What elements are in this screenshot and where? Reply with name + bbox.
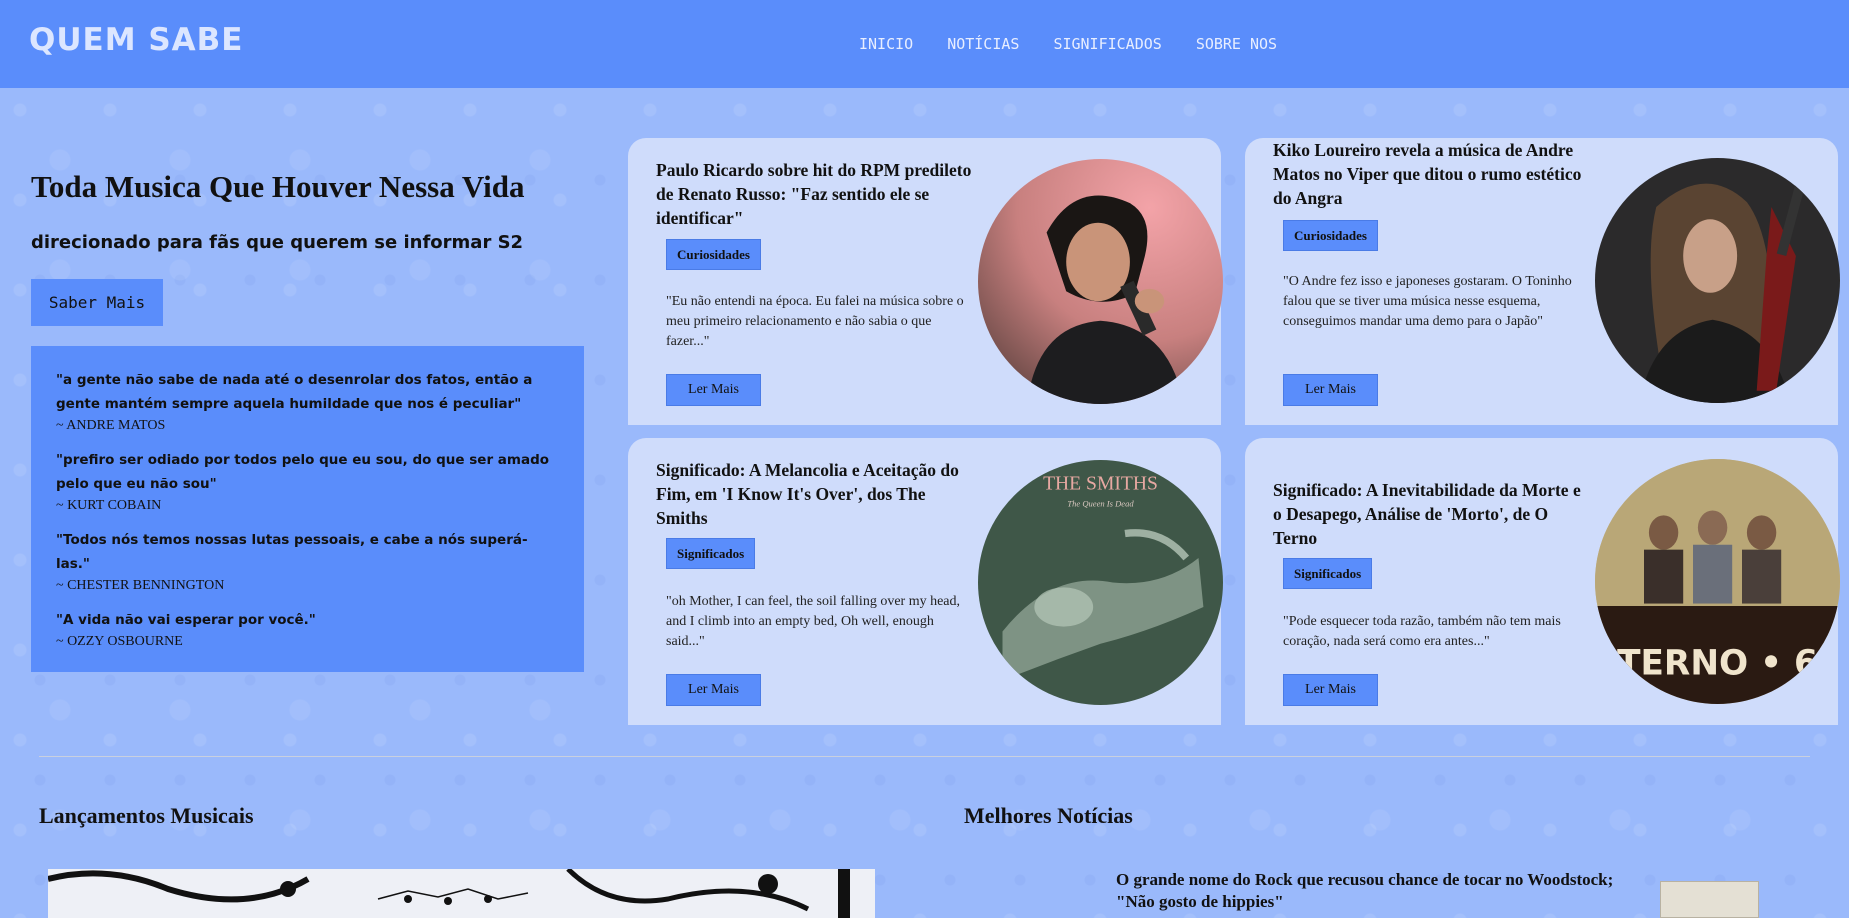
quote-text: "prefiro ser odiado por todos pelo que e… <box>56 452 550 492</box>
ler-mais-button[interactable]: Ler Mais <box>666 374 761 406</box>
ler-mais-button[interactable]: Ler Mais <box>666 674 761 706</box>
site-header: QUEM SABE INICIO NOTÍCIAS SIGNIFICADOS S… <box>0 0 1849 88</box>
card-excerpt: "O Andre fez isso e japoneses gostaram. … <box>1283 274 1572 329</box>
quote-text: "a gente não sabe de nada até o desenrol… <box>56 372 533 412</box>
ler-mais-button[interactable]: Ler Mais <box>1283 374 1378 406</box>
card-category-badge[interactable]: Significados <box>666 538 756 569</box>
card-title[interactable]: Significado: A Inevitabilidade da Morte … <box>1273 478 1593 550</box>
saber-mais-button[interactable]: Saber Mais <box>31 279 163 326</box>
quote-text: "Todos nós temos nossas lutas pessoais, … <box>56 532 528 572</box>
top-news-thumbnail[interactable] <box>1660 881 1759 918</box>
nav-item-sobre-nos[interactable]: SOBRE NOS <box>1196 35 1277 53</box>
nav-item-significados[interactable]: SIGNIFICADOS <box>1053 35 1161 53</box>
quotes-panel: "a gente não sabe de nada até o desenrol… <box>31 346 584 672</box>
band-logo-text: TERNO • 6 <box>1617 644 1818 684</box>
quote-item: "prefiro ser odiado por todos pelo que e… <box>56 448 559 516</box>
site-logo[interactable]: QUEM SABE <box>29 22 243 58</box>
news-card-the-smiths: Significado: A Melancolia e Aceitação do… <box>628 438 1223 725</box>
album-subtitle-text: The Queen Is Dead <box>1067 499 1134 509</box>
the-smiths-album-cover-image: THE SMITHS The Queen Is Dead <box>978 460 1223 705</box>
card-category-badge[interactable]: Curiosidades <box>666 239 761 270</box>
news-card-kiko-loureiro: Kiko Loureiro revela a música de Andre M… <box>1245 138 1840 425</box>
news-card-paulo-ricardo: Paulo Ricardo sobre hit do RPM predileto… <box>628 138 1223 425</box>
releases-section-title: Lançamentos Musicais <box>39 803 254 828</box>
main-nav: INICIO NOTÍCIAS SIGNIFICADOS SOBRE NOS <box>859 35 1277 53</box>
card-title[interactable]: Kiko Loureiro revela a música de Andre M… <box>1273 138 1593 210</box>
card-excerpt: "Eu não entendi na época. Eu falei na mú… <box>666 294 964 349</box>
news-card-o-terno: Significado: A Inevitabilidade da Morte … <box>1245 438 1840 725</box>
card-category-badge[interactable]: Curiosidades <box>1283 220 1378 251</box>
quote-item: "Todos nós temos nossas lutas pessoais, … <box>56 528 559 596</box>
card-category-badge[interactable]: Significados <box>1283 558 1373 589</box>
nav-item-inicio[interactable]: INICIO <box>859 35 913 53</box>
quote-author: ~ ANDRE MATOS <box>56 418 166 433</box>
quote-author: ~ CHESTER BENNINGTON <box>56 578 225 593</box>
nav-item-noticias[interactable]: NOTÍCIAS <box>947 35 1019 53</box>
card-excerpt: "oh Mother, I can feel, the soil falling… <box>666 594 961 649</box>
singer-portrait-image <box>978 159 1223 404</box>
guitarist-portrait-image <box>1595 158 1840 403</box>
o-terno-band-image: TERNO • 6 <box>1595 459 1840 704</box>
news-section-title: Melhores Notícias <box>964 803 1133 828</box>
card-excerpt: "Pode esquecer toda razão, também não te… <box>1283 614 1561 649</box>
quote-author: ~ OZZY OSBOURNE <box>56 634 183 649</box>
releases-banner-image[interactable] <box>48 869 875 918</box>
section-divider <box>39 756 1810 757</box>
quote-text: "A vida não vai esperar por você." <box>56 612 316 628</box>
ler-mais-button[interactable]: Ler Mais <box>1283 674 1378 706</box>
card-title[interactable]: Significado: A Melancolia e Aceitação do… <box>656 458 976 530</box>
quote-author: ~ KURT COBAIN <box>56 498 162 513</box>
quote-item: "a gente não sabe de nada até o desenrol… <box>56 368 559 436</box>
card-title[interactable]: Paulo Ricardo sobre hit do RPM predileto… <box>656 158 976 230</box>
album-title-text: THE SMITHS <box>1043 473 1158 494</box>
top-news-headline[interactable]: O grande nome do Rock que recusou chance… <box>1116 869 1656 913</box>
hero-subtitle: direcionado para fãs que querem se infor… <box>31 232 524 253</box>
hero-title: Toda Musica Que Houver Nessa Vida <box>31 169 525 204</box>
quote-item: "A vida não vai esperar por você." ~ OZZ… <box>56 608 559 652</box>
